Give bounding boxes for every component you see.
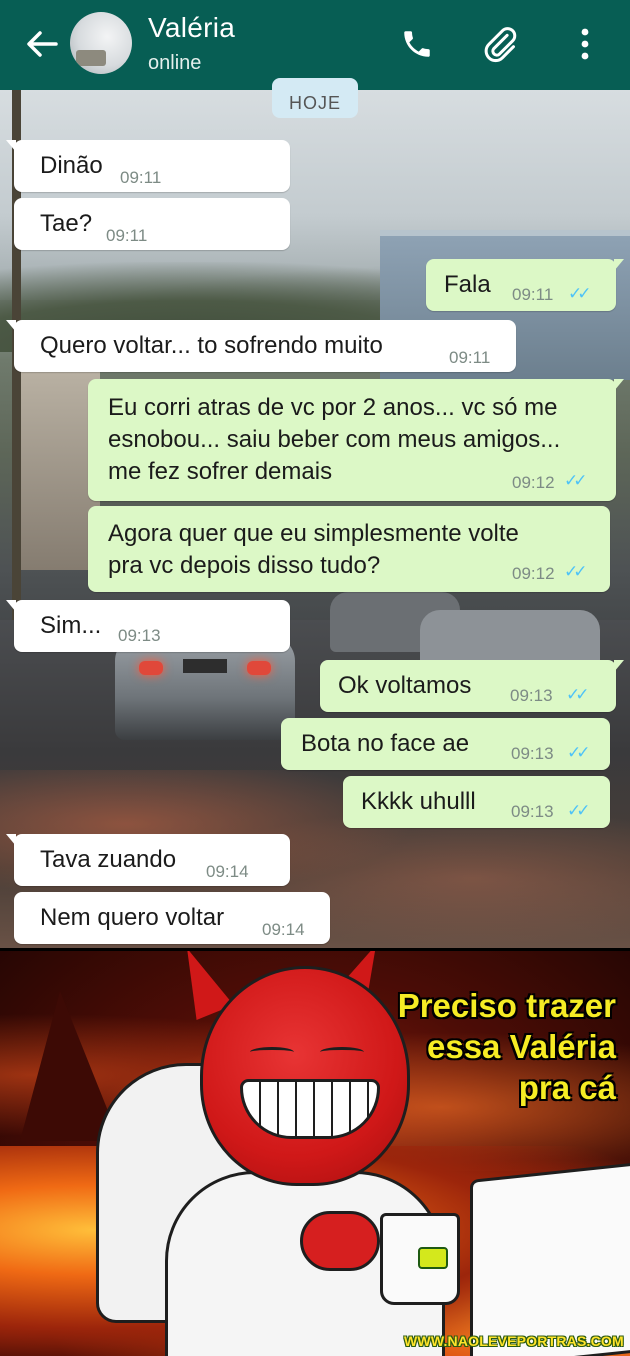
paperclip-icon	[484, 27, 517, 63]
message-time: 09:14	[206, 862, 249, 881]
read-receipt-icon: ✓✓	[564, 471, 587, 490]
message-time: 09:11	[106, 226, 148, 245]
message-time: 09:12	[512, 473, 555, 492]
message-text: Tae?	[40, 210, 93, 237]
message-text: Dinão	[40, 152, 103, 179]
message-bubble-outgoing[interactable]: Eu corri atras de vc por 2 anos... vc só…	[88, 379, 624, 501]
message-bubble-incoming[interactable]: Tae? 09:11	[14, 198, 290, 250]
more-vert-icon	[581, 28, 589, 60]
message-bubble-incoming[interactable]: Nem quero voltar 09:14	[14, 892, 330, 944]
date-separator: HOJE	[272, 78, 358, 118]
message-text: Tava zuando	[40, 846, 177, 873]
mug-logo-icon	[418, 1247, 448, 1269]
message-bubble-incoming[interactable]: Quero voltar... to sofrendo muito 09:11	[6, 320, 516, 372]
message-bubble-outgoing[interactable]: Agora quer que eu simplesmente volte pra…	[88, 506, 610, 592]
message-time: 09:11	[512, 285, 554, 304]
read-receipt-icon: ✓✓	[567, 743, 590, 762]
message-time: 09:11	[120, 168, 162, 187]
message-text: Fala	[444, 271, 491, 298]
message-bubble-incoming[interactable]: Dinão 09:11	[6, 140, 290, 192]
message-bubble-outgoing[interactable]: Ok voltamos 09:13 ✓✓	[320, 660, 624, 712]
message-bubble-outgoing[interactable]: Kkkk uhulll 09:13 ✓✓	[343, 776, 610, 828]
contact-avatar[interactable]	[70, 12, 132, 74]
read-receipt-icon: ✓✓	[568, 284, 591, 303]
devil-eye-left	[250, 1047, 294, 1057]
back-button[interactable]	[22, 22, 62, 66]
caption-line: Preciso trazer	[397, 987, 616, 1024]
message-time: 09:13	[511, 802, 554, 821]
devil-meme-panel: Preciso trazer essa Valéria pra cá WWW.N…	[0, 951, 630, 1356]
voice-call-button[interactable]	[395, 22, 439, 66]
message-bubble-outgoing[interactable]: Bota no face ae 09:13 ✓✓	[281, 718, 610, 770]
more-options-button[interactable]	[568, 22, 602, 66]
back-arrow-icon	[27, 31, 58, 57]
message-text: Kkkk uhulll	[361, 788, 476, 815]
message-text: Nem quero voltar	[40, 904, 225, 931]
message-time: 09:13	[511, 744, 554, 763]
message-bubble-incoming[interactable]: Sim... 09:13	[6, 600, 290, 652]
contact-status: online	[148, 52, 202, 74]
message-bubble-outgoing[interactable]: Fala 09:11 ✓✓	[426, 259, 624, 311]
message-text: Quero voltar... to sofrendo muito	[40, 332, 383, 359]
message-time: 09:13	[510, 686, 553, 705]
phone-icon	[404, 31, 430, 57]
attach-button[interactable]	[478, 22, 522, 66]
message-time: 09:14	[262, 920, 305, 939]
caption-line: pra cá	[518, 1069, 616, 1106]
contact-name[interactable]: Valéria	[148, 12, 235, 44]
read-receipt-icon: ✓✓	[566, 685, 589, 704]
read-receipt-icon: ✓✓	[567, 801, 590, 820]
chat-screenshot: Valéria online HOJE Dinão 09:11 Tae? 09:…	[0, 0, 630, 948]
meme-caption: Preciso trazer essa Valéria pra cá	[316, 985, 616, 1108]
site-watermark: WWW.NAOLEVEPORTRAS.COM	[404, 1333, 624, 1349]
message-time: 09:12	[512, 564, 555, 583]
devil-hand	[300, 1211, 380, 1271]
message-time: 09:11	[449, 348, 491, 367]
computer-monitor	[470, 1162, 630, 1356]
message-text: Bota no face ae	[301, 730, 470, 757]
caption-line: essa Valéria	[426, 1028, 616, 1065]
read-receipt-icon: ✓✓	[564, 562, 587, 581]
message-text: Sim...	[40, 612, 102, 639]
message-time: 09:13	[118, 626, 161, 645]
message-bubble-incoming[interactable]: Tava zuando 09:14	[6, 834, 290, 886]
message-text: Eu corri atras de vc por 2 anos... vc só…	[108, 394, 561, 485]
message-text: Ok voltamos	[338, 672, 472, 699]
chat-header: Valéria online	[0, 0, 630, 90]
